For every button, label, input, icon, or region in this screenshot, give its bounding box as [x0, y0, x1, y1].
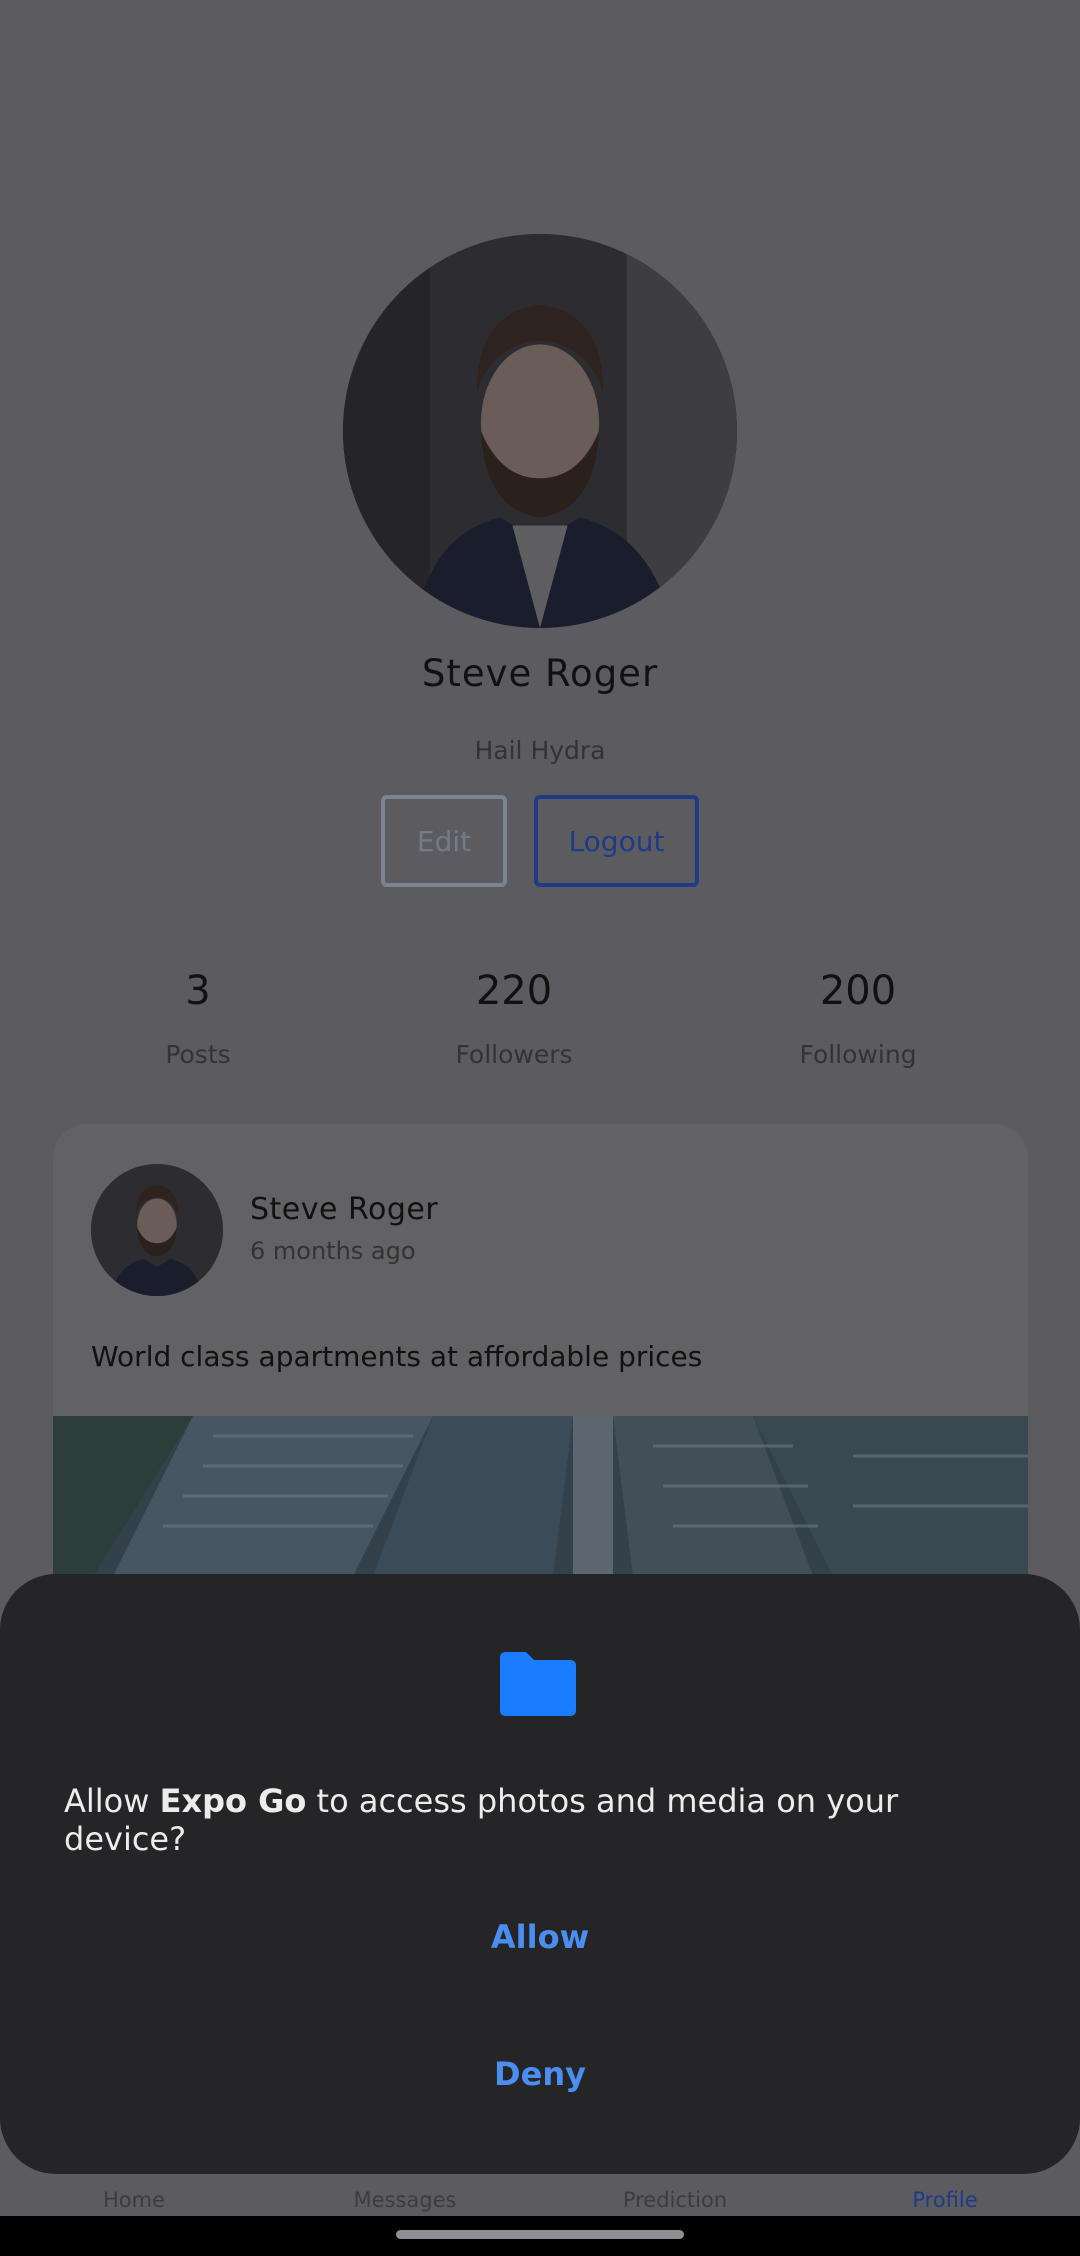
stat-following-label: Following	[799, 1040, 917, 1069]
stat-posts-label: Posts	[165, 1040, 231, 1069]
stat-followers[interactable]: 220 Followers	[394, 968, 634, 1069]
stat-followers-label: Followers	[455, 1040, 573, 1069]
stat-following-count: 200	[819, 968, 897, 1014]
folder-icon	[500, 1652, 576, 1716]
permission-message: Allow Expo Go to access photos and media…	[64, 1782, 1024, 1858]
stat-followers-count: 220	[475, 968, 553, 1014]
profile-photo-image	[343, 234, 737, 628]
home-indicator[interactable]	[396, 2230, 684, 2239]
profile-screen: Steve Roger Hail Hydra Edit Logout 3 Pos…	[0, 0, 1080, 2216]
edit-profile-button[interactable]: Edit	[381, 795, 507, 887]
tab-profile[interactable]: Profile	[845, 2188, 1045, 2212]
profile-avatar[interactable]	[343, 234, 737, 628]
post-timestamp: 6 months ago	[250, 1237, 416, 1265]
allow-button[interactable]: Allow	[0, 1914, 1080, 1960]
logout-button[interactable]: Logout	[534, 795, 699, 887]
tab-home[interactable]: Home	[34, 2188, 234, 2212]
tab-messages[interactable]: Messages	[305, 2188, 505, 2212]
stat-posts-count: 3	[185, 968, 211, 1014]
post-author-photo	[91, 1164, 223, 1296]
post-author-name: Steve Roger	[250, 1192, 439, 1227]
post-author-avatar[interactable]	[91, 1164, 223, 1296]
stat-following[interactable]: 200 Following	[738, 968, 978, 1069]
permission-app-name: Expo Go	[159, 1782, 307, 1820]
post-text: World class apartments at affordable pri…	[91, 1340, 703, 1373]
tab-prediction[interactable]: Prediction	[575, 2188, 775, 2212]
stat-posts[interactable]: 3 Posts	[78, 968, 318, 1069]
deny-button[interactable]: Deny	[0, 2051, 1080, 2097]
profile-bio: Hail Hydra	[474, 736, 606, 765]
permission-message-prefix: Allow	[64, 1782, 160, 1820]
profile-name: Steve Roger	[421, 652, 659, 695]
